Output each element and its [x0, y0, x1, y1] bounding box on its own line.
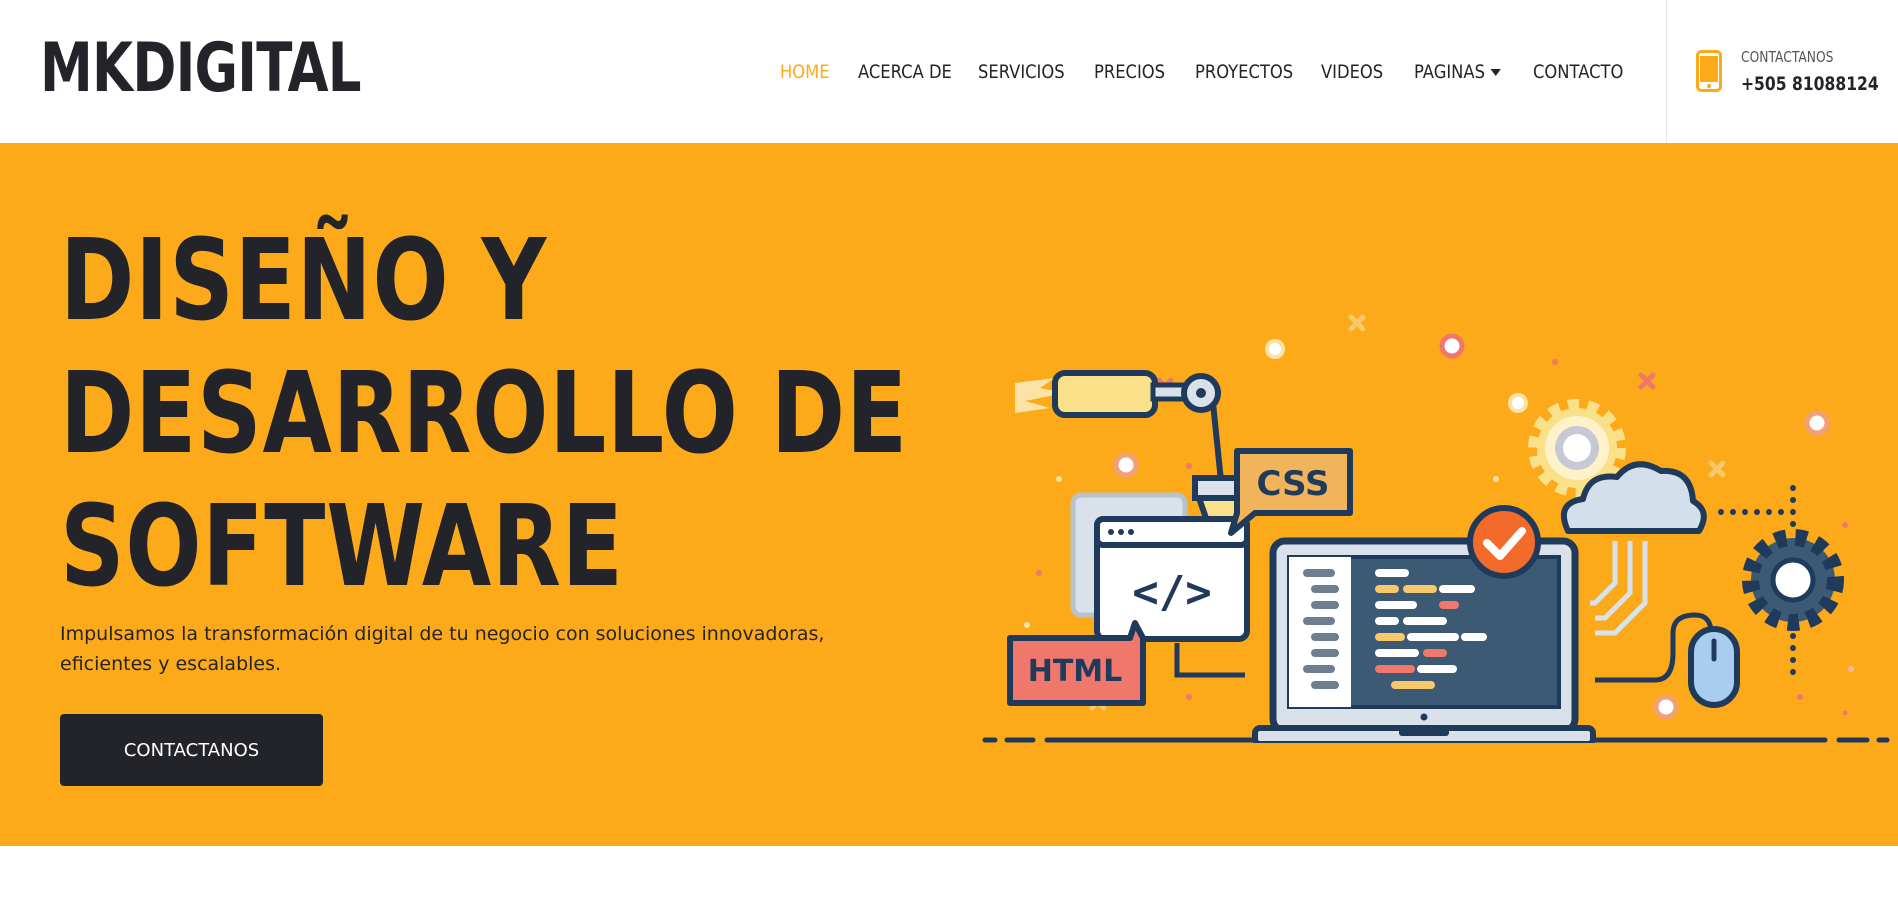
gear-icon: [1742, 529, 1844, 631]
header-divider: [1666, 0, 1667, 143]
css-tag: CSS: [1228, 448, 1353, 536]
svg-text:CSS: CSS: [1256, 464, 1329, 504]
hero-title-line: DESARROLLO DE: [60, 349, 908, 479]
svg-text:</>: </>: [1132, 567, 1211, 618]
web-development-illustration: </> CSS HTML: [982, 314, 1890, 743]
html-tag: HTML: [1007, 620, 1146, 706]
hero-title-line: SOFTWARE: [60, 482, 624, 612]
check-badge-icon: [1467, 505, 1541, 579]
hero-section: DISEÑO Y DESARROLLO DE SOFTWARE Impulsam…: [0, 143, 1898, 846]
hero-title-line: DISEÑO Y: [60, 216, 548, 346]
chevron-down-icon: [1490, 68, 1501, 76]
main-nav: HOME ACERCA DE SERVICIOS PRECIOS PROYECT…: [780, 61, 1624, 83]
hero-subtitle: Impulsamos la transformación digital de …: [60, 623, 825, 675]
svg-text:HTML: HTML: [1028, 654, 1123, 689]
hero-title: DISEÑO Y DESARROLLO DE SOFTWARE: [60, 215, 908, 614]
contact-button[interactable]: CONTACTANOS: [60, 714, 323, 786]
site-logo[interactable]: MKDIGITAL: [40, 24, 362, 114]
laptop-icon: [1252, 537, 1596, 743]
mobile-phone-icon: [1696, 50, 1722, 92]
contact-phone[interactable]: +505 81088124: [1741, 73, 1879, 95]
cloud-icon: [1561, 461, 1707, 636]
contact-label: CONTACTANOS: [1741, 48, 1834, 66]
site-header: MKDIGITAL HOME ACERCA DE SERVICIOS PRECI…: [0, 0, 1898, 143]
